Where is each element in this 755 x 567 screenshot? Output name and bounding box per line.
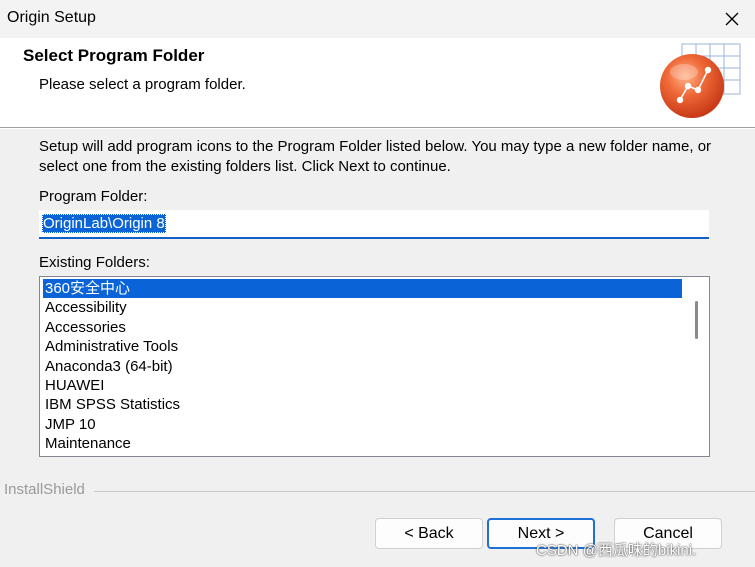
existing-folders-list[interactable]: 360安全中心 Accessibility Accessories Admini… — [39, 276, 710, 457]
page-subtitle: Please select a program folder. — [39, 76, 246, 93]
header-separator-highlight — [0, 128, 755, 129]
existing-folders-label: Existing Folders: — [39, 254, 150, 271]
list-item[interactable]: Administrative Tools — [43, 337, 682, 356]
list-item[interactable]: IBM SPSS Statistics — [43, 395, 682, 414]
scrollbar-thumb[interactable] — [695, 301, 698, 339]
header-panel: Select Program Folder Please select a pr… — [0, 38, 755, 127]
list-item[interactable]: HUAWEI — [43, 376, 682, 395]
program-folder-input[interactable]: OriginLab\Origin 8 — [39, 210, 709, 239]
window-title: Origin Setup — [7, 9, 96, 26]
close-icon — [725, 12, 739, 26]
instructions-text: Setup will add program icons to the Prog… — [39, 138, 712, 175]
close-button[interactable] — [709, 0, 755, 38]
setup-window: Origin Setup Select Program Folder Pleas… — [0, 0, 755, 567]
footer-divider — [94, 491, 755, 492]
list-scrollbar[interactable] — [685, 277, 709, 456]
list-item[interactable]: Accessibility — [43, 298, 682, 317]
program-folder-label: Program Folder: — [39, 188, 148, 205]
title-bar: Origin Setup — [0, 0, 755, 38]
watermark: CSDN @西瓜味的bikini. — [536, 542, 697, 559]
program-folder-value: OriginLab\Origin 8 — [42, 214, 166, 233]
list-item[interactable]: JMP 10 — [43, 415, 682, 434]
list-item[interactable]: Maintenance — [43, 434, 682, 453]
list-item[interactable]: Accessories — [43, 318, 682, 337]
list-item[interactable]: 360安全中心 — [43, 279, 682, 298]
list-item[interactable]: Anaconda3 (64-bit) — [43, 357, 682, 376]
page-title: Select Program Folder — [23, 46, 205, 65]
installshield-brand: InstallShield — [4, 481, 85, 498]
back-button[interactable]: < Back — [375, 518, 483, 549]
origin-chart-logo-icon — [660, 43, 741, 118]
